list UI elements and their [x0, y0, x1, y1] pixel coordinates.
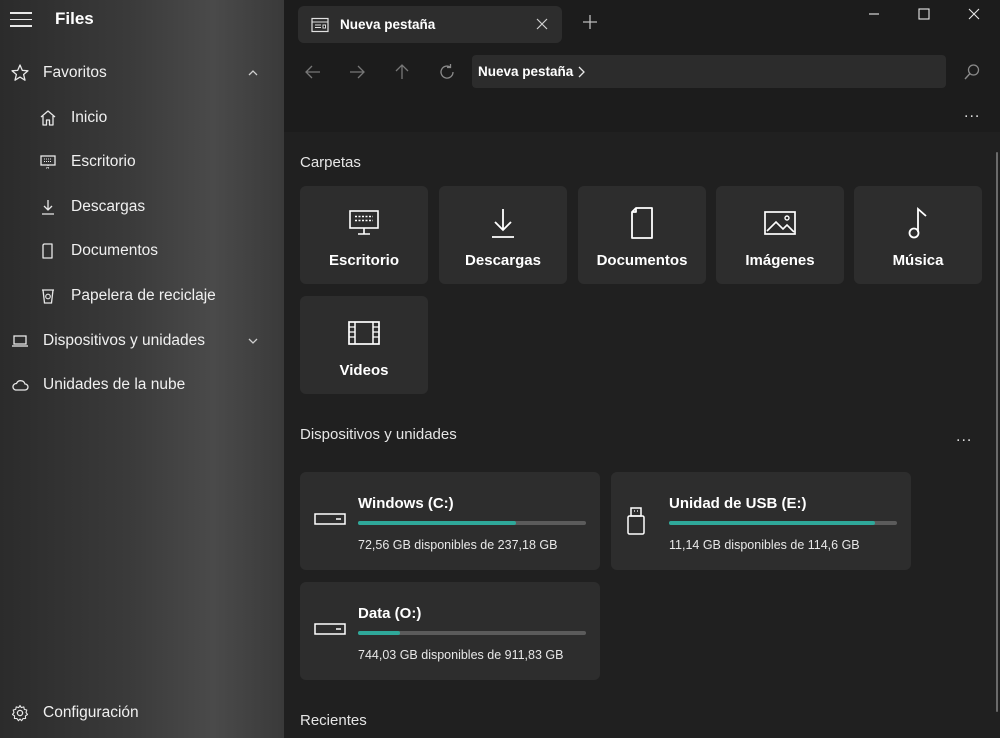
folder-label: Descargas [465, 252, 541, 269]
image-icon [764, 211, 796, 235]
drive-card-windows[interactable]: Windows (C:) 72,56 GB disponibles de 237… [300, 472, 600, 570]
search-icon[interactable] [962, 62, 982, 82]
folder-label: Escritorio [328, 252, 400, 269]
tab-label: Nueva pestaña [340, 17, 436, 32]
title-bar: Nueva pestaña [284, 0, 1000, 48]
drive-card-data[interactable]: Data (O:) 744,03 GB disponibles de 911,8… [300, 582, 600, 680]
address-bar[interactable]: Nueva pestaña [472, 55, 946, 88]
drive-free-space: 72,56 GB disponibles de 237,18 GB [358, 538, 558, 552]
tab-page-icon [311, 17, 329, 33]
sidebar-item-papelera[interactable]: Papelera de reciclaje [0, 276, 284, 316]
recent-section-title: Recientes [300, 712, 367, 729]
drive-name: Data (O:) [358, 605, 422, 622]
music-note-icon [908, 207, 927, 239]
sidebar-item-favoritos[interactable]: Favoritos [0, 53, 284, 93]
drive-usage-fill [358, 521, 517, 525]
minimize-icon[interactable] [866, 6, 882, 22]
document-icon [631, 207, 653, 239]
tab-nueva-pestana[interactable]: Nueva pestaña [298, 6, 562, 43]
back-arrow-icon[interactable] [303, 62, 323, 82]
sidebar-item-label: Dispositivos y unidades [43, 332, 205, 349]
navigation-toolbar: Nueva pestaña ... [284, 48, 1000, 132]
up-arrow-icon[interactable] [392, 62, 412, 82]
sidebar-item-label: Favoritos [43, 64, 107, 81]
folders-section-title: Carpetas [300, 154, 361, 171]
hard-drive-icon [314, 623, 346, 635]
close-tab-icon[interactable] [536, 18, 548, 30]
folder-card-videos[interactable]: Videos [300, 296, 428, 394]
app-title: Files [55, 9, 94, 28]
drive-name: Unidad de USB (E:) [669, 495, 807, 512]
desktop-icon [349, 210, 379, 235]
sidebar-item-label: Papelera de reciclaje [71, 287, 216, 304]
close-window-icon[interactable] [966, 6, 982, 22]
sidebar-item-inicio[interactable]: Inicio [0, 98, 284, 138]
drive-usage-fill [358, 631, 400, 635]
document-icon [37, 240, 59, 262]
sidebar: Files Favoritos Inicio Escritorio Descar… [0, 0, 284, 738]
drive-usage-bar [358, 521, 586, 525]
sidebar-item-descargas[interactable]: Descargas [0, 187, 284, 227]
sidebar-item-configuracion[interactable]: Configuración [0, 693, 284, 733]
folder-label: Imágenes [745, 252, 815, 269]
folder-card-descargas[interactable]: Descargas [439, 186, 567, 284]
sidebar-item-label: Documentos [71, 242, 159, 259]
sidebar-item-documentos[interactable]: Documentos [0, 231, 284, 271]
laptop-icon [9, 330, 31, 352]
new-tab-icon[interactable] [582, 14, 598, 30]
hard-drive-icon [314, 513, 346, 525]
download-icon [492, 209, 514, 238]
forward-arrow-icon[interactable] [347, 62, 367, 82]
drive-card-usb[interactable]: Unidad de USB (E:) 11,14 GB disponibles … [611, 472, 911, 570]
gear-icon [9, 702, 31, 724]
drive-usage-bar [669, 521, 897, 525]
desktop-icon [37, 151, 59, 173]
sidebar-item-label: Escritorio [71, 153, 136, 170]
folder-card-musica[interactable]: Música [854, 186, 982, 284]
breadcrumb-item[interactable]: Nueva pestaña [478, 64, 573, 79]
folder-label: Documentos [596, 252, 688, 269]
drive-free-space: 744,03 GB disponibles de 911,83 GB [358, 648, 564, 662]
more-options-icon[interactable]: ... [956, 428, 972, 446]
sidebar-item-label: Descargas [71, 198, 146, 215]
folder-label: Música [892, 252, 944, 269]
sidebar-header: Files [0, 0, 284, 38]
hamburger-menu-icon[interactable] [10, 12, 32, 27]
drives-section-title: Dispositivos y unidades [300, 426, 457, 443]
sidebar-item-escritorio[interactable]: Escritorio [0, 142, 284, 182]
folder-card-escritorio[interactable]: Escritorio [300, 186, 428, 284]
main-pane: Nueva pestaña Nueva pestaña ... Carpetas… [284, 0, 1000, 738]
folder-card-imagenes[interactable]: Imágenes [716, 186, 844, 284]
chevron-right-icon[interactable] [576, 66, 586, 78]
scrollbar[interactable] [996, 152, 998, 712]
sidebar-item-nube[interactable]: Unidades de la nube [0, 365, 284, 405]
drive-usage-bar [358, 631, 586, 635]
sidebar-item-dispositivos[interactable]: Dispositivos y unidades [0, 321, 284, 361]
sidebar-item-label: Unidades de la nube [43, 376, 186, 393]
drive-free-space: 11,14 GB disponibles de 114,6 GB [669, 538, 860, 552]
drive-name: Windows (C:) [358, 495, 454, 512]
home-icon [37, 107, 59, 129]
recycle-bin-icon [37, 285, 59, 307]
chevron-up-icon[interactable] [246, 66, 260, 80]
star-icon [9, 62, 31, 84]
more-options-icon[interactable]: ... [964, 104, 980, 122]
refresh-icon[interactable] [437, 62, 457, 82]
chevron-down-icon[interactable] [246, 334, 260, 348]
film-icon [348, 321, 380, 345]
settings-label: Configuración [43, 704, 139, 721]
sidebar-item-label: Inicio [71, 109, 108, 126]
folder-card-documentos[interactable]: Documentos [578, 186, 706, 284]
usb-drive-icon [627, 507, 645, 535]
download-icon [37, 196, 59, 218]
folder-label: Videos [339, 362, 389, 379]
cloud-icon [9, 374, 31, 396]
drive-usage-fill [669, 521, 875, 525]
maximize-icon[interactable] [916, 6, 932, 22]
